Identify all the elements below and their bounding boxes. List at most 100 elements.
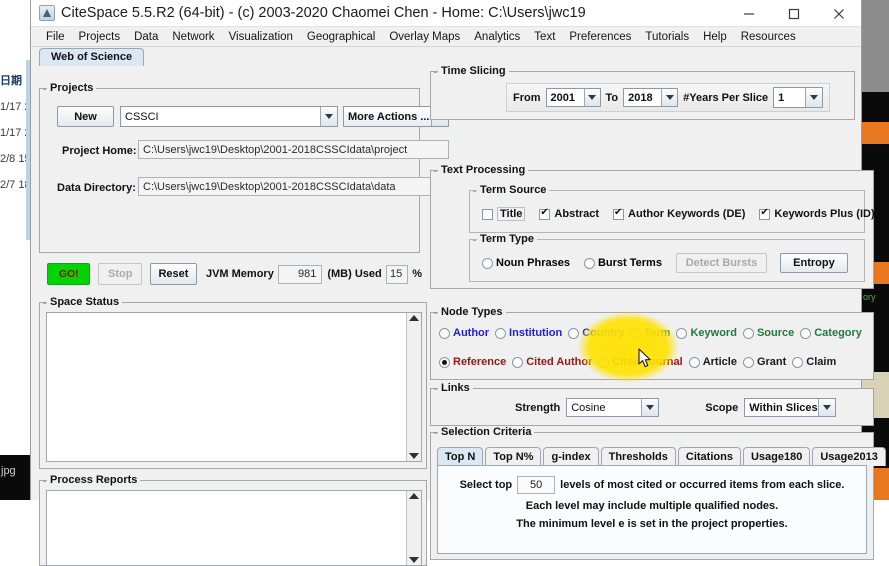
chevron-down-icon[interactable] bbox=[641, 399, 658, 416]
tab-top-n[interactable]: Top N bbox=[437, 447, 483, 466]
menu-item-tutorials[interactable]: Tutorials bbox=[638, 29, 696, 45]
process-reports-content[interactable] bbox=[47, 491, 406, 565]
tab-usage180[interactable]: Usage180 bbox=[743, 447, 810, 466]
tab-usage2013[interactable]: Usage2013 bbox=[812, 447, 886, 466]
go-button[interactable]: GO! bbox=[47, 263, 90, 285]
chevron-down-icon[interactable] bbox=[584, 89, 600, 106]
menu-item-help[interactable]: Help bbox=[696, 29, 734, 45]
title-bar: CiteSpace 5.5.R2 (64-bit) - (c) 2003-202… bbox=[31, 0, 861, 27]
strength-combo[interactable]: Cosine bbox=[566, 398, 659, 417]
scroll-down-icon[interactable] bbox=[409, 453, 419, 459]
minimize-button[interactable] bbox=[726, 0, 771, 27]
menu-item-analytics[interactable]: Analytics bbox=[467, 29, 527, 45]
links-group: Links Strength Cosine Scope Within Slice… bbox=[430, 388, 874, 426]
menu-item-preferences[interactable]: Preferences bbox=[562, 29, 638, 45]
select-top-input[interactable]: 50 bbox=[517, 476, 555, 494]
space-status-textarea[interactable] bbox=[46, 312, 422, 462]
to-label: To bbox=[606, 92, 619, 104]
space-status-content[interactable] bbox=[47, 313, 406, 461]
process-reports-textarea[interactable] bbox=[46, 490, 422, 566]
background-dark-strip-left: jpg bbox=[0, 455, 30, 500]
data-directory-field[interactable]: C:\Users\jwc19\Desktop\2001-2018CSSCIdat… bbox=[138, 177, 449, 196]
from-year-combo[interactable]: 2001 bbox=[546, 88, 601, 107]
radio-keyword[interactable]: Keyword bbox=[676, 327, 736, 339]
checkbox-abstract[interactable]: Abstract bbox=[539, 208, 599, 220]
tab-citations[interactable]: Citations bbox=[678, 447, 741, 466]
scroll-down-icon[interactable] bbox=[409, 557, 419, 563]
scroll-up-icon[interactable] bbox=[409, 493, 419, 499]
checkbox-title[interactable]: Title bbox=[482, 207, 525, 221]
tab-top-n-percent[interactable]: Top N% bbox=[485, 447, 541, 466]
menu-item-network[interactable]: Network bbox=[165, 29, 221, 45]
menu-item-projects[interactable]: Projects bbox=[72, 29, 128, 45]
radio-dot[interactable] bbox=[584, 258, 595, 269]
checkbox-box[interactable] bbox=[482, 209, 493, 220]
radio-category[interactable]: Category bbox=[800, 327, 862, 339]
tab-g-index[interactable]: g-index bbox=[543, 447, 598, 466]
data-directory-label: Data Directory: bbox=[57, 182, 136, 194]
menu-item-visualization[interactable]: Visualization bbox=[222, 29, 300, 45]
radio-source-label: Source bbox=[757, 327, 794, 339]
chevron-down-icon[interactable] bbox=[805, 88, 822, 107]
chevron-down-icon[interactable] bbox=[661, 89, 677, 106]
menu-item-geographical[interactable]: Geographical bbox=[300, 29, 382, 45]
checkbox-author-keywords[interactable]: Author Keywords (DE) bbox=[613, 208, 745, 220]
jvm-memory-value: 981 bbox=[278, 265, 323, 284]
menu-item-data[interactable]: Data bbox=[127, 29, 165, 45]
reset-button[interactable]: Reset bbox=[150, 263, 197, 285]
scroll-up-icon[interactable] bbox=[409, 315, 419, 321]
menu-item-file[interactable]: File bbox=[39, 29, 72, 45]
checkbox-keywords-plus[interactable]: Keywords Plus (ID) bbox=[759, 208, 874, 220]
radio-dot[interactable] bbox=[512, 357, 523, 368]
select-top-line: Select top 50 levels of most cited or oc… bbox=[460, 476, 845, 494]
radio-burst-terms[interactable]: Burst Terms bbox=[584, 257, 662, 269]
radio-dot[interactable] bbox=[676, 328, 687, 339]
radio-claim[interactable]: Claim bbox=[792, 356, 836, 368]
menu-item-overlay-maps[interactable]: Overlay Maps bbox=[382, 29, 467, 45]
radio-author[interactable]: Author bbox=[439, 327, 489, 339]
time-slicing-group: Time Slicing From 2001 To 2018 #Years Pe… bbox=[430, 71, 855, 120]
tab-thresholds[interactable]: Thresholds bbox=[601, 447, 676, 466]
checkbox-box[interactable] bbox=[613, 209, 624, 220]
radio-dot[interactable] bbox=[800, 328, 811, 339]
chevron-down-icon[interactable] bbox=[320, 107, 337, 126]
maximize-button[interactable] bbox=[771, 0, 816, 27]
to-year-combo[interactable]: 2018 bbox=[623, 88, 678, 107]
radio-dot[interactable] bbox=[743, 328, 754, 339]
radio-dot[interactable] bbox=[439, 357, 450, 368]
radio-cited-author[interactable]: Cited Author bbox=[512, 356, 592, 368]
tab-web-of-science[interactable]: Web of Science bbox=[39, 48, 144, 66]
radio-article[interactable]: Article bbox=[689, 356, 737, 368]
years-per-slice-combo[interactable]: 1 bbox=[773, 87, 823, 108]
menu-item-text[interactable]: Text bbox=[527, 29, 562, 45]
radio-dot[interactable] bbox=[689, 357, 700, 368]
project-select-combo[interactable]: CSSCI bbox=[120, 106, 338, 127]
menu-item-resources[interactable]: Resources bbox=[734, 29, 803, 45]
radio-dot[interactable] bbox=[568, 328, 579, 339]
citespace-icon bbox=[39, 5, 55, 21]
close-button[interactable] bbox=[816, 0, 861, 27]
checkbox-box[interactable] bbox=[539, 209, 550, 220]
radio-dot[interactable] bbox=[598, 357, 609, 368]
space-status-scrollbar[interactable] bbox=[406, 313, 421, 461]
radio-grant[interactable]: Grant bbox=[743, 356, 786, 368]
radio-country[interactable]: Country bbox=[568, 327, 624, 339]
checkbox-box[interactable] bbox=[759, 209, 770, 220]
radio-dot[interactable] bbox=[792, 357, 803, 368]
radio-dot[interactable] bbox=[743, 357, 754, 368]
radio-source[interactable]: Source bbox=[743, 327, 794, 339]
radio-dot[interactable] bbox=[439, 328, 450, 339]
entropy-button[interactable]: Entropy bbox=[780, 253, 848, 273]
radio-dot[interactable] bbox=[482, 258, 493, 269]
scope-combo[interactable]: Within Slices bbox=[744, 398, 836, 417]
radio-noun-phrases[interactable]: Noun Phrases bbox=[482, 257, 570, 269]
radio-institution[interactable]: Institution bbox=[495, 327, 562, 339]
chevron-down-icon[interactable] bbox=[818, 399, 835, 416]
process-reports-scrollbar[interactable] bbox=[406, 491, 421, 565]
project-home-field[interactable]: C:\Users\jwc19\Desktop\2001-2018CSSCIdat… bbox=[138, 140, 449, 159]
radio-reference[interactable]: Reference bbox=[439, 356, 506, 368]
radio-term[interactable]: Term bbox=[630, 327, 670, 339]
radio-dot[interactable] bbox=[630, 328, 641, 339]
radio-dot[interactable] bbox=[495, 328, 506, 339]
new-project-button[interactable]: New bbox=[57, 106, 114, 127]
